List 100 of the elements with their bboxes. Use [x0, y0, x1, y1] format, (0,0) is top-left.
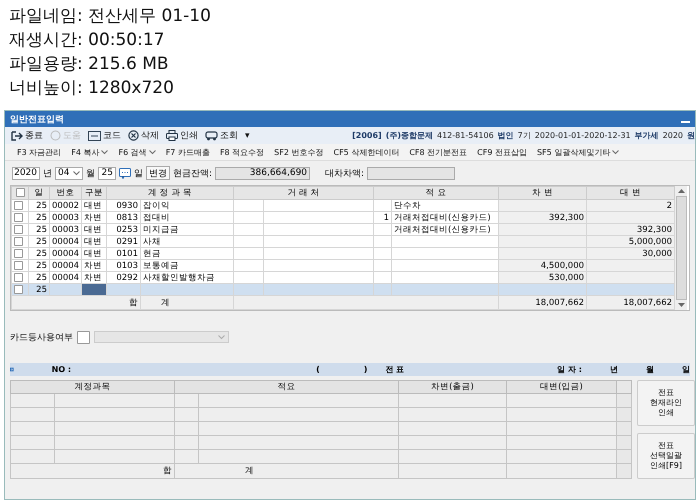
toolbar-button[interactable]: 삭제	[125, 129, 162, 142]
table-cell: 차변	[82, 260, 106, 272]
total-label: 합	[12, 296, 140, 310]
change-button[interactable]: 변경	[146, 166, 170, 180]
scroll-down-icon[interactable]	[676, 302, 686, 308]
file-info-line: 너비높이: 1280x720	[9, 77, 175, 100]
table-cell: 접대비	[140, 212, 234, 224]
function-key-button[interactable]: F7 카드매출	[162, 146, 214, 158]
year-label: 년	[43, 168, 52, 180]
car-icon	[205, 130, 218, 141]
function-key-button[interactable]: F3 자금관리	[13, 146, 66, 158]
column-header: 계정과목	[10, 380, 174, 394]
row-checkbox[interactable]	[14, 272, 23, 282]
function-key-button[interactable]: F4 복사	[67, 146, 112, 158]
column-header: 적 요	[374, 186, 499, 200]
table-cell: 392,300	[586, 224, 675, 236]
table-cell: 25	[28, 224, 50, 236]
function-key-button[interactable]: F6 검색	[114, 146, 160, 158]
difference-label: 대차차액:	[325, 168, 364, 180]
row-checkbox[interactable]	[14, 224, 23, 234]
company-code: [2006]	[352, 131, 382, 140]
table-cell: 530,000	[498, 272, 587, 284]
print-button[interactable]: 전표 현재라인 인쇄	[637, 380, 695, 426]
printer-icon	[166, 130, 178, 141]
function-key-button[interactable]: CF5 삭제한데이터	[329, 146, 404, 158]
row-checkbox[interactable]	[14, 200, 23, 210]
date-label: 일 자 :	[557, 364, 582, 375]
day-label: 일	[134, 168, 143, 180]
table-cell: 차변	[82, 212, 106, 224]
caret-icon	[612, 150, 620, 154]
table-cell: 1	[374, 212, 392, 224]
table-cell: 5,000,000	[586, 236, 675, 248]
table-cell: 0813	[106, 212, 140, 224]
row-checkbox[interactable]	[14, 284, 23, 294]
cash-balance-label: 현금잔액:	[173, 168, 212, 180]
table-cell: 4,500,000	[498, 260, 587, 272]
day-field[interactable]: 25	[98, 166, 116, 180]
table-cell: 현금	[140, 248, 234, 260]
company-name: (주)종합문제	[386, 130, 433, 141]
column-header: 거 래 처	[234, 186, 374, 200]
year-field[interactable]: 2020	[12, 166, 40, 180]
table-cell: 30,000	[586, 248, 675, 260]
toolbar-button[interactable]: 인쇄	[163, 129, 201, 142]
table-cell: 00004	[50, 236, 82, 248]
table-cell: 거래처접대비(신용카드)	[392, 224, 499, 236]
table-cell: 대변	[82, 248, 106, 260]
row-checkbox[interactable]	[14, 260, 23, 270]
exit-icon	[11, 130, 23, 140]
total-label: 계	[174, 463, 398, 478]
help-icon	[50, 130, 61, 141]
table-cell: 25	[28, 248, 50, 260]
column-header: 적요	[174, 380, 398, 394]
scrollbar[interactable]	[675, 186, 688, 310]
caret-icon	[101, 150, 108, 154]
row-checkbox[interactable]	[14, 236, 23, 246]
function-key-button[interactable]: CF8 전기분전표	[405, 146, 472, 158]
month-label: 월	[646, 364, 654, 375]
file-info-line: 파일네임: 전산세무 01-10	[9, 5, 212, 28]
scroll-up-icon[interactable]	[676, 188, 686, 194]
table-cell: 잡이익	[140, 200, 234, 212]
caret-icon	[218, 334, 225, 340]
code-icon	[88, 130, 101, 140]
fiscal-term: 7기	[518, 130, 531, 141]
toolbar-button[interactable]: 조회	[202, 129, 241, 142]
vat-year: 2020	[662, 131, 683, 140]
business-number: 412-81-54106	[437, 131, 494, 140]
select-all-checkbox[interactable]	[16, 188, 24, 198]
table-cell: 0103	[106, 260, 140, 272]
unit-label: 원	[687, 130, 695, 141]
row-checkbox[interactable]	[14, 248, 23, 258]
file-info-line: 파일용량: 215.6 MB	[9, 53, 170, 76]
table-cell: 25	[28, 260, 50, 272]
function-key-button[interactable]: F8 적요수정	[216, 146, 268, 158]
print-button[interactable]: 전표 선택일괄 인쇄[F9]	[637, 433, 695, 479]
function-key-button[interactable]: SF5 일괄삭제및기타	[532, 146, 624, 158]
row-checkbox[interactable]	[14, 212, 23, 222]
column-header: 대변(입금)	[506, 380, 616, 394]
column-header: 번호	[50, 186, 82, 200]
function-key-button[interactable]: CF9 전표삽입	[473, 146, 531, 158]
card-use-label: 카드등사용여부	[10, 332, 73, 344]
toolbar-button[interactable]: 코드	[85, 129, 124, 142]
column-header: 구분	[82, 186, 106, 200]
card-use-checkbox[interactable]	[77, 330, 90, 344]
table-cell: 2	[586, 200, 675, 212]
table-cell: 단수차	[392, 200, 499, 212]
column-header: 대 변	[586, 186, 675, 200]
table-cell: 미지급금	[140, 224, 234, 236]
function-key-button[interactable]: SF2 번호수정	[270, 146, 328, 158]
table-cell: 0101	[106, 248, 140, 260]
table-cell: 392,300	[498, 212, 587, 224]
cash-balance-field: 386,664,690	[215, 166, 310, 180]
toolbar-button[interactable]: ▾	[242, 130, 253, 140]
month-dropdown[interactable]: 04	[55, 166, 83, 180]
table-cell: 25	[28, 212, 50, 224]
toolbar-button[interactable]: 종료	[8, 129, 46, 142]
total-cell: 18,007,662	[498, 296, 587, 310]
total-cell: 18,007,662	[586, 296, 675, 310]
table-cell: 00002	[50, 200, 82, 212]
company-type: 법인	[498, 130, 514, 141]
column-header: 일	[28, 186, 50, 200]
